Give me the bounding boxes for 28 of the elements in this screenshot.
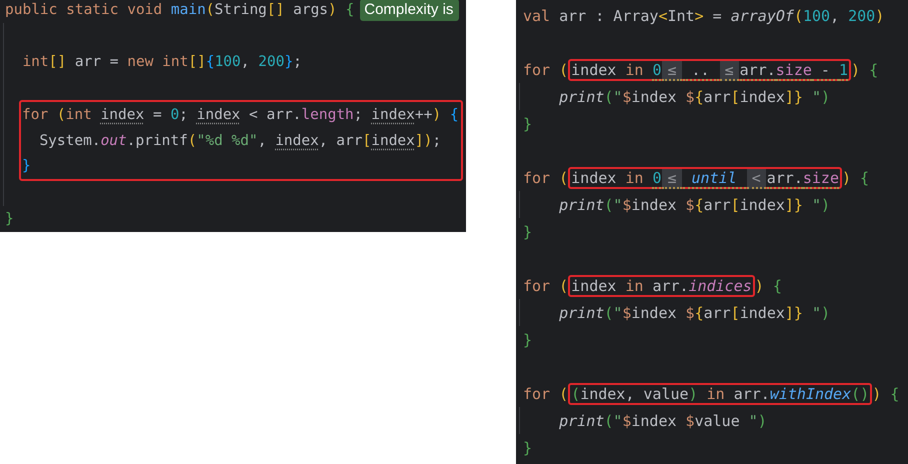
code-text: for ( — [523, 168, 568, 188]
code-text: for ( — [523, 60, 568, 80]
code-text: ) { — [842, 168, 870, 188]
complexity-badge: Complexity is — [360, 0, 460, 21]
code-text: public static void main(String[] args) { — [5, 1, 354, 20]
code-line: for (int index = 0; index < arr.length; index++) { — [22, 106, 459, 125]
code-line: } — [523, 222, 532, 242]
code-text: ) { — [872, 384, 900, 404]
code-line: } — [5, 210, 14, 230]
highlight-box: index in arr.indices — [568, 274, 755, 296]
highlight-box: index in 0 ≤ until < arr.size — [568, 166, 842, 188]
highlight-box: index in 0 ≤ .. ≤ arr.size - 1 — [568, 58, 852, 80]
highlight-box: (index, value) in arr.withIndex() — [568, 382, 872, 404]
code-line: System.out.printf("%d %d", index, arr[index]); — [39, 132, 442, 151]
code-line: val arr : Array<Int> = arrayOf(100, 200) — [523, 6, 884, 26]
code-line: int[] arr = new int[]{100, 200}; — [22, 53, 302, 72]
code-line: } — [523, 438, 532, 458]
code-line: print("$index $value ") — [559, 410, 767, 430]
code-line: } — [22, 157, 31, 176]
code-text: for ( — [523, 384, 568, 404]
code-line: print("$index ${arr[index]} ") — [559, 194, 830, 214]
code-line: } — [523, 114, 532, 134]
code-text: ) { — [851, 60, 878, 80]
code-line: } — [523, 330, 532, 350]
code-text: ) { — [754, 276, 782, 296]
code-text: for ( — [523, 276, 568, 296]
code-line: print("$index ${arr[index]} ") — [559, 302, 830, 322]
code-line: print("$index ${arr[index]} ") — [559, 86, 830, 106]
